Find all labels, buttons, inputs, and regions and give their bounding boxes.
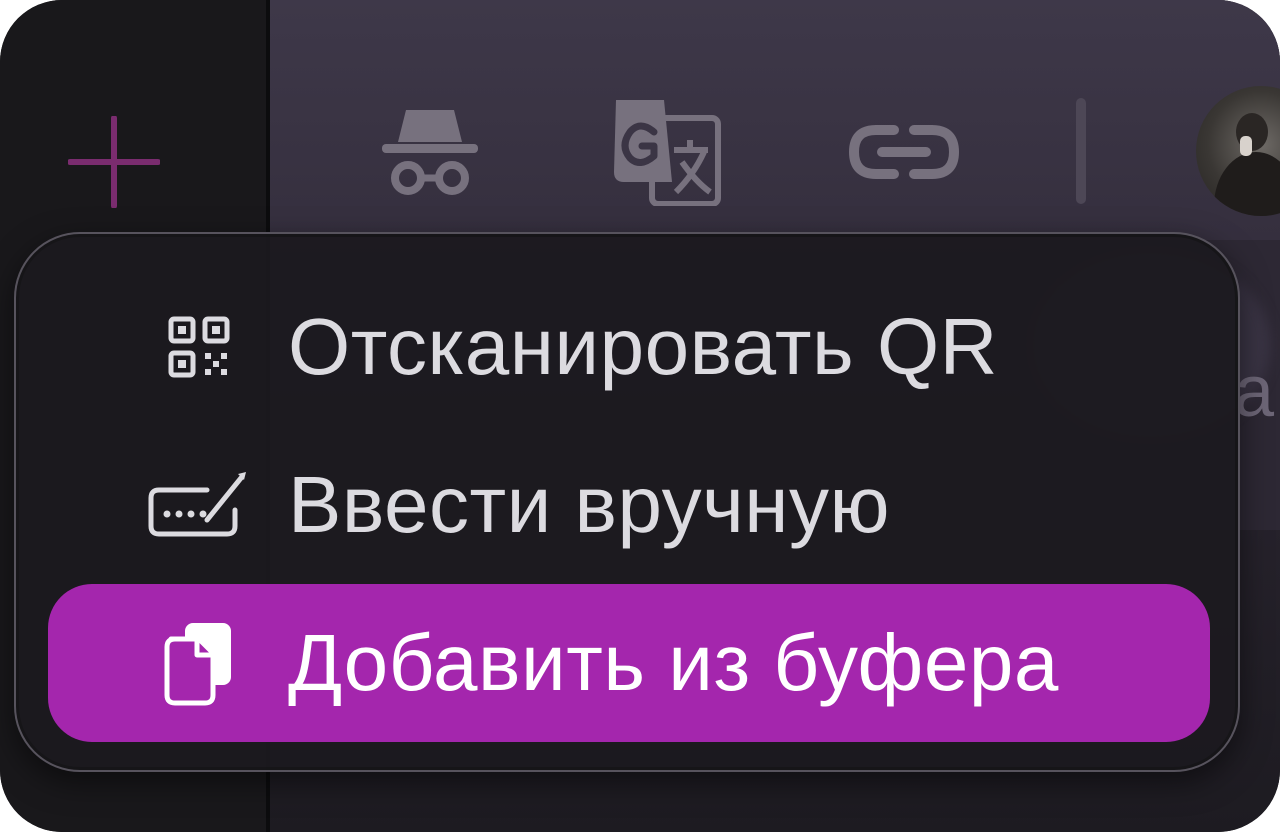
background-partial-text: a	[1234, 352, 1276, 432]
translate-button[interactable]	[610, 96, 722, 206]
menu-item-add-from-clipboard[interactable]: Добавить из буфера	[48, 584, 1210, 742]
menu-item-enter-manually[interactable]: Ввести вручную	[48, 426, 1210, 584]
menu-item-label: Ввести вручную	[288, 460, 890, 549]
incognito-button[interactable]	[378, 100, 482, 196]
app-window: a Отсканировать QR Ввести вручную Добави…	[0, 0, 1280, 832]
translate-icon	[614, 100, 721, 206]
add-button[interactable]	[68, 116, 160, 208]
menu-item-label: Отсканировать QR	[288, 302, 998, 391]
toolbar-separator	[1076, 98, 1086, 204]
plus-icon	[68, 116, 160, 208]
keyboard-pen-icon	[144, 426, 254, 584]
link-button[interactable]	[848, 124, 960, 180]
clipboard-copy-icon	[144, 584, 254, 742]
incognito-icon	[382, 110, 478, 195]
add-account-menu: Отсканировать QR Ввести вручную Добавить…	[14, 232, 1240, 772]
link-icon	[848, 125, 960, 179]
menu-item-scan-qr[interactable]: Отсканировать QR	[48, 268, 1210, 426]
qr-code-icon	[144, 268, 254, 426]
menu-item-label: Добавить из буфера	[288, 618, 1059, 707]
